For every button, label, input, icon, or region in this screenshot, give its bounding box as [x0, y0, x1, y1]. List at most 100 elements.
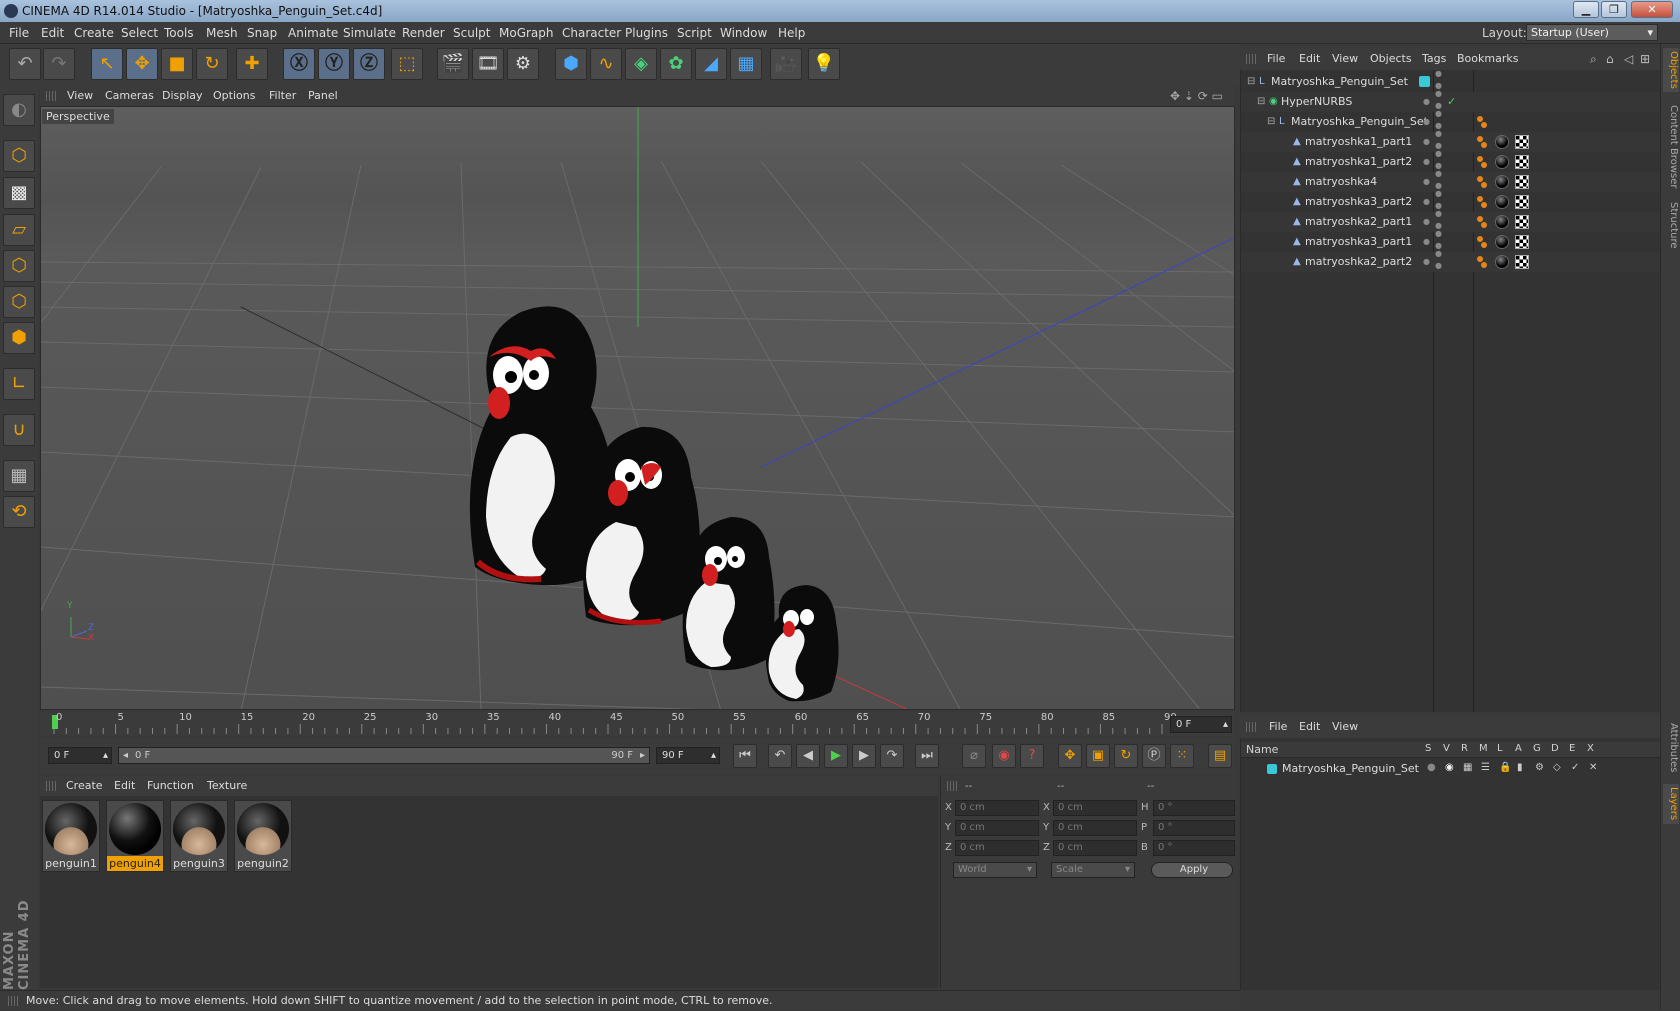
tag-icon[interactable] [1477, 256, 1483, 262]
object-name[interactable]: matryoshka2_part2 [1305, 252, 1412, 272]
tag-icon[interactable] [1481, 262, 1487, 268]
texture-tag-icon[interactable] [1515, 195, 1529, 209]
texture-tag-icon[interactable] [1515, 135, 1529, 149]
editor-visibility-icon[interactable]: ● [1423, 172, 1430, 192]
workplane-icon[interactable]: ▱ [3, 214, 35, 246]
tree-collapse-icon[interactable]: ⊟ [1267, 112, 1275, 132]
undo-icon[interactable]: ↶ [9, 48, 41, 80]
layers-menu-view[interactable]: View [1332, 716, 1358, 738]
material-menu-function[interactable]: Function [147, 776, 194, 796]
editor-visibility-icon[interactable]: ● [1423, 192, 1430, 212]
texture-tag-icon[interactable] [1515, 175, 1529, 189]
menu-create[interactable]: Create [74, 22, 114, 44]
previous-key-icon[interactable]: ↶ [768, 744, 792, 768]
menu-sculpt[interactable]: Sculpt [453, 22, 490, 44]
object-row[interactable]: ▲ matryoshka2_part2 ● ● ● [1241, 249, 1659, 272]
material-tag-icon[interactable] [1495, 195, 1509, 209]
viewport-menu-panel[interactable]: Panel [308, 86, 338, 106]
texture-mode-icon[interactable]: ▩ [3, 177, 35, 209]
objects-menu-view[interactable]: View [1332, 48, 1358, 70]
editor-visibility-icon[interactable]: ● [1423, 92, 1430, 112]
frame-range-slider[interactable]: ◂ 0 F 90 F ▸ [118, 747, 650, 764]
material-swatch[interactable]: penguin1 [42, 800, 100, 872]
rotation-b-field[interactable]: 0 ° [1153, 840, 1235, 856]
position-z-field[interactable]: 0 cm [955, 840, 1039, 856]
key-pla-icon[interactable]: ⁙ [1170, 744, 1194, 768]
layout-select[interactable]: Startup (User) ▾ [1526, 24, 1658, 41]
menu-animate[interactable]: Animate [288, 22, 338, 44]
move-tool-icon[interactable]: ✥ [126, 48, 158, 80]
material-menu-edit[interactable]: Edit [114, 776, 135, 796]
light-icon[interactable]: 💡 [808, 48, 840, 80]
object-row-group[interactable]: ⊟ L Matryoshka_Penguin_Set ● ● ● [1241, 109, 1659, 132]
check-icon[interactable]: ✓ [1447, 92, 1456, 112]
texture-tag-icon[interactable] [1515, 155, 1529, 169]
tag-icon[interactable] [1481, 142, 1487, 148]
material-tag-icon[interactable] [1495, 255, 1509, 269]
object-name[interactable]: matryoshka3_part2 [1305, 192, 1412, 212]
edges-mode-icon[interactable]: ⬡ [3, 286, 35, 318]
layer-name[interactable]: Matryoshka_Penguin_Set [1282, 762, 1419, 775]
layer-col-locked[interactable]: L [1497, 743, 1503, 754]
layer-col-visible[interactable]: V [1443, 743, 1450, 754]
objects-menu-edit[interactable]: Edit [1299, 48, 1320, 70]
layer-color-swatch[interactable] [1419, 76, 1430, 87]
live-selection-icon[interactable]: ↖ [91, 48, 123, 80]
object-row[interactable]: ▲ matryoshka3_part2 ● ● ● [1241, 189, 1659, 212]
tag-icon[interactable] [1481, 202, 1487, 208]
autokey-icon[interactable]: ◉ [992, 744, 1016, 768]
texture-tag-icon[interactable] [1515, 215, 1529, 229]
model-mode-icon[interactable]: ⬡ [3, 140, 35, 172]
previous-frame-icon[interactable]: ◀ [796, 744, 820, 768]
magnet-icon[interactable]: ∪ [3, 414, 35, 446]
size-z-field[interactable]: 0 cm [1053, 840, 1137, 856]
menu-simulate[interactable]: Simulate [343, 22, 396, 44]
bookmark-icon[interactable]: ◁ [1624, 48, 1633, 70]
material-tag-icon[interactable] [1495, 155, 1509, 169]
layer-col-render[interactable]: R [1461, 743, 1468, 754]
object-name[interactable]: Matryoshka_Penguin_Set [1291, 112, 1428, 132]
editor-visibility-icon[interactable]: ● [1423, 112, 1430, 132]
maximize-button[interactable]: ❐ [1601, 1, 1627, 18]
y-axis-lock-icon[interactable]: Ⓨ [318, 48, 350, 80]
viewport-menu-view[interactable]: View [67, 86, 93, 106]
layers-menu-edit[interactable]: Edit [1299, 716, 1320, 738]
layer-row[interactable]: Matryoshka_Penguin_Set ● ◉ ▦ ☰ 🔒 ▮ ⚙ ◇ ✓… [1241, 760, 1661, 778]
tag-icon[interactable] [1481, 122, 1487, 128]
spline-icon[interactable]: ∿ [590, 48, 622, 80]
tag-icon[interactable] [1477, 196, 1483, 202]
lock-workplane-icon[interactable]: ⟲ [3, 496, 35, 528]
tag-icon[interactable] [1477, 236, 1483, 242]
tag-icon[interactable] [1481, 242, 1487, 248]
tag-icon[interactable] [1477, 156, 1483, 162]
menu-plugins[interactable]: Plugins [625, 22, 668, 44]
object-row[interactable]: ▲ matryoshka2_part1 ● ● ● [1241, 209, 1659, 232]
texture-tag-icon[interactable] [1515, 255, 1529, 269]
layer-col-solo[interactable]: S [1425, 743, 1431, 754]
array-icon[interactable]: ✿ [660, 48, 692, 80]
tab-objects[interactable]: Objects [1663, 48, 1679, 92]
editor-visibility-icon[interactable]: ● [1423, 152, 1430, 172]
object-row[interactable]: ▲ matryoshka3_part1 ● ● ● [1241, 229, 1659, 252]
key-parameter-icon[interactable]: Ⓟ [1142, 744, 1166, 768]
material-tag-icon[interactable] [1495, 235, 1509, 249]
deformer-icon[interactable]: ◢ [695, 48, 727, 80]
tag-icon[interactable] [1477, 116, 1483, 122]
layer-color-swatch[interactable] [1267, 764, 1277, 774]
camera-icon[interactable]: 🎥 [770, 48, 802, 80]
tree-collapse-icon[interactable]: ⊟ [1247, 72, 1255, 92]
close-button[interactable]: ✕ [1631, 1, 1673, 18]
layer-col-generators[interactable]: G [1533, 743, 1541, 754]
object-name[interactable]: matryoshka4 [1305, 172, 1377, 192]
object-name[interactable]: matryoshka1_part1 [1305, 132, 1412, 152]
timeline-ruler[interactable]: 051015202530354045505560657075808590 0 F… [40, 712, 1235, 736]
menu-character[interactable]: Character [562, 22, 621, 44]
add-tool-icon[interactable]: ✚ [236, 48, 268, 80]
rotation-p-field[interactable]: 0 ° [1153, 820, 1235, 836]
object-row-group[interactable]: ⊟ ◉ HyperNURBS ● ● ● ✓ [1241, 89, 1659, 112]
menu-file[interactable]: File [9, 22, 29, 44]
keyframe-selection-icon[interactable]: ? [1020, 744, 1044, 768]
timeline-window-icon[interactable]: ▤ [1208, 744, 1232, 768]
material-tag-icon[interactable] [1495, 215, 1509, 229]
play-icon[interactable]: ▶ [824, 744, 848, 768]
